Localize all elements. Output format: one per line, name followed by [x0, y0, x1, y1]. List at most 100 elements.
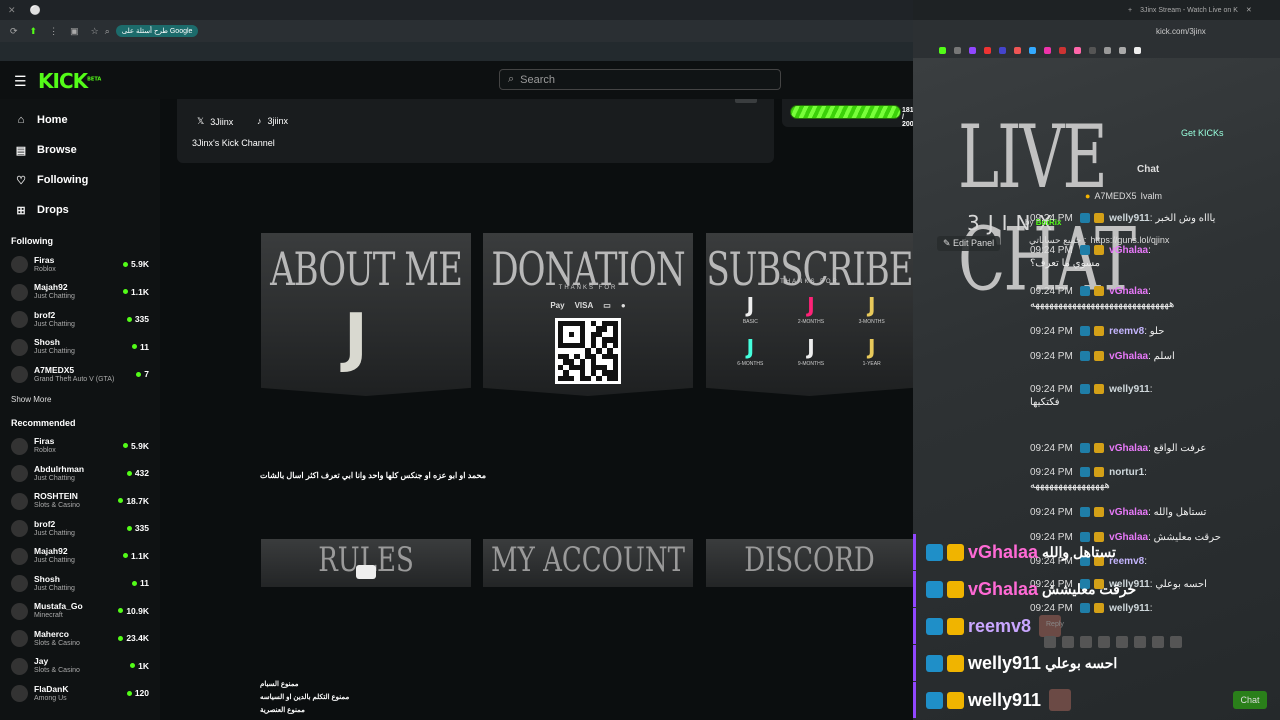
sub-tier[interactable]: J 2-MONTHS: [781, 293, 842, 325]
emote-icon[interactable]: [1116, 636, 1128, 648]
gift-icon: ●: [1085, 191, 1091, 201]
channel-item[interactable]: Shosh Just Chatting 11: [0, 570, 160, 598]
channel-item[interactable]: FlaDanK Among Us 120: [0, 680, 160, 708]
sidebar-item-drops[interactable]: ⊞ Drops: [0, 195, 160, 225]
live-dot-icon: [123, 443, 129, 448]
hamburger-menu-icon[interactable]: ☰: [14, 73, 27, 90]
google-ask-chip[interactable]: طرح أسئلة على Google: [115, 25, 199, 37]
donation-panel[interactable]: DONATION THANKS FOR Pay VISA ▭ ●: [483, 233, 693, 396]
star-icon[interactable]: ☆: [91, 26, 99, 37]
show-more-link[interactable]: Show More: [0, 389, 160, 411]
search-input[interactable]: [520, 73, 761, 86]
emote-icon[interactable]: [1152, 636, 1164, 648]
emote-icon[interactable]: [1098, 636, 1110, 648]
message-text: حرقت معليشش: [1153, 532, 1221, 543]
get-kicks-button[interactable]: Get KICKs: [1181, 128, 1224, 138]
avatar: [11, 575, 28, 593]
tiktok-link[interactable]: ♪ 3jiinx: [257, 116, 288, 126]
channel-item[interactable]: Majah92 Just Chatting 1.1K: [0, 279, 160, 307]
message-username[interactable]: nortur1: [1109, 467, 1144, 478]
close-tab-icon[interactable]: ✕: [8, 5, 16, 16]
tabs-icon[interactable]: ▣: [70, 26, 79, 37]
channel-item[interactable]: ROSHTEIN Slots & Casino 18.7K: [0, 488, 160, 516]
sidebar-item-browse[interactable]: ▤ Browse: [0, 135, 160, 165]
chat-window-address[interactable]: kick.com/3jinx: [913, 20, 1280, 42]
chat-message[interactable]: 09:24 PM reemv8: حلو: [1030, 325, 1270, 338]
message-username[interactable]: welly911: [1109, 384, 1150, 395]
chat-message[interactable]: 09:24 PM vGhalaa: تستاهل والله: [1030, 506, 1270, 519]
overlay-username: welly911: [968, 652, 1042, 673]
message-username[interactable]: vGhalaa: [1109, 443, 1148, 454]
message-time: 09:24 PM: [1030, 467, 1073, 478]
chat-message[interactable]: 09:24 PM vGhalaa: هههههههههههههههههههههه…: [1030, 285, 1270, 311]
channel-item[interactable]: Firas Roblox 5.9K: [0, 251, 160, 279]
donation-qr-code[interactable]: [555, 318, 621, 384]
chat-message[interactable]: 09:24 PM vGhalaa: عرفت الواقع: [1030, 442, 1270, 455]
channel-item[interactable]: Majah92 Just Chatting 1.1K: [0, 543, 160, 571]
channel-item[interactable]: brof2 Just Chatting 335: [0, 515, 160, 543]
channel-item[interactable]: Mustafa_Go Minecraft 10.9K: [0, 598, 160, 626]
top-gifters: ● A7MEDX5 Ivalm: [1085, 191, 1162, 201]
payment-methods: Pay VISA ▭ ●: [483, 301, 693, 310]
sub-tier[interactable]: J 9-MONTHS: [781, 335, 842, 367]
collapse-button[interactable]: [735, 99, 757, 103]
chat-message[interactable]: 09:24 PM welly911: ياااه وش الخبر: [1030, 212, 1270, 225]
back-icon[interactable]: ⟳: [10, 26, 18, 37]
message-username[interactable]: vGhalaa: [1109, 507, 1148, 518]
chat-message[interactable]: 09:24 PM nortur1: ههههههههههههههههه: [1030, 466, 1270, 492]
chat-send-button[interactable]: Chat: [1233, 691, 1267, 709]
channel-item[interactable]: Shosh Just Chatting 11: [0, 334, 160, 362]
search-box[interactable]: ⌕: [499, 69, 781, 90]
extensions-icon[interactable]: ⬆: [30, 26, 38, 37]
overlay-text: حرقت معليشش: [1042, 580, 1137, 597]
message-username[interactable]: vGhalaa: [1109, 286, 1148, 297]
sub-tier[interactable]: J BASIC: [720, 293, 781, 325]
message-time: 09:24 PM: [1030, 326, 1073, 337]
channel-item[interactable]: brof2 Just Chatting 335: [0, 306, 160, 334]
channel-item[interactable]: A7MEDX5 Grand Theft Auto V (GTA) 7: [0, 361, 160, 389]
message-username[interactable]: vGhalaa: [1109, 245, 1148, 256]
omnibox[interactable]: ☆ ⌕ طرح أسئلة على Google: [91, 25, 199, 37]
menu-icon[interactable]: ⋮: [49, 26, 58, 37]
live-dot-icon: [126, 690, 132, 696]
emote-icon[interactable]: [1044, 636, 1056, 648]
x-link[interactable]: 𝕏 3Jiinx: [197, 116, 233, 127]
new-tab-icon[interactable]: +: [1128, 7, 1132, 14]
channel-name: Majah92: [34, 546, 68, 557]
x-icon: 𝕏: [197, 116, 205, 126]
emote-row: [1044, 636, 1182, 648]
tab-title[interactable]: 3Jinx Stream - Watch Live on K: [1140, 7, 1238, 14]
chat-message[interactable]: 09:24 PM welly911: فكتكيها: [1030, 383, 1270, 409]
message-username[interactable]: vGhalaa: [1109, 351, 1148, 362]
channel-item[interactable]: Abdulrhman Just Chatting 432: [0, 460, 160, 488]
chat-message[interactable]: 09:24 PM vGhalaa: اسلم: [1030, 350, 1270, 363]
message-username[interactable]: welly911: [1109, 213, 1150, 224]
sub-tier[interactable]: J 1-YEAR: [841, 335, 902, 367]
sidebar-item-home[interactable]: ⌂ Home: [0, 105, 160, 135]
emote-icon[interactable]: [1134, 636, 1146, 648]
channel-item[interactable]: Jay Slots & Casino 1K: [0, 653, 160, 681]
discord-panel[interactable]: DISCORD: [706, 539, 913, 587]
channel-name: Abdulrhman: [34, 463, 85, 474]
close-tab-icon[interactable]: ✕: [1246, 6, 1252, 14]
channel-category: Just Chatting: [34, 320, 75, 328]
message-username[interactable]: reemv8: [1109, 326, 1144, 337]
kick-logo[interactable]: KICKBETA: [38, 69, 101, 93]
sub-tier[interactable]: J 6-MONTHS: [720, 335, 781, 367]
channel-name: Majah92: [34, 282, 68, 293]
subscribe-panel[interactable]: SUBSCRIBE THANKS FOR J BASIC J 2-MONTHS …: [706, 233, 913, 396]
channel-name: FlaDanK: [34, 683, 69, 694]
sub-tier[interactable]: J 3-MONTHS: [841, 293, 902, 325]
channel-item[interactable]: Maherco Slots & Casino 23.4K: [0, 625, 160, 653]
browse-icon: ▤: [15, 144, 27, 157]
emote-icon[interactable]: [1080, 636, 1092, 648]
channel-item[interactable]: Firas Roblox 5.9K: [0, 433, 160, 461]
badge-icon: [926, 691, 943, 709]
visa-label: VISA: [574, 301, 594, 310]
my-account-panel[interactable]: MY ACCOUNT: [483, 539, 693, 587]
emote-icon[interactable]: [1170, 636, 1182, 648]
emote-icon[interactable]: [1062, 636, 1074, 648]
sidebar-item-following[interactable]: ♡ Following: [0, 165, 160, 195]
chat-message[interactable]: 09:24 PM vGhalaa: مسوي ما تعرف؟: [1030, 244, 1270, 270]
edit-panel-button[interactable]: ✎ Edit Panel: [937, 236, 1001, 251]
